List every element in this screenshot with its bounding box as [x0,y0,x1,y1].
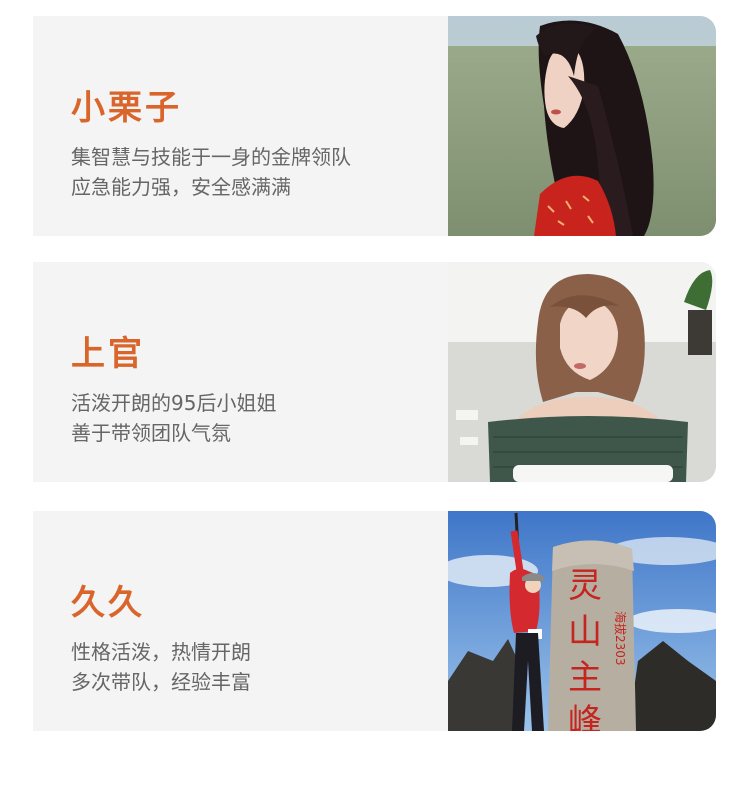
profile-text: 小栗子 集智慧与技能于一身的金牌领队 应急能力强，安全感满满 [71,16,441,236]
profile-text: 久久 性格活泼，热情开朗 多次带队，经验丰富 [71,511,441,731]
photo-hiker-at-summit-stone: 灵 山 主 峰 海拔2303 [448,511,716,731]
photo-woman-short-hair-green-top [448,262,716,482]
profile-card-2[interactable]: 上官 活泼开朗的95后小姐姐 善于带领团队气氛 [33,262,716,482]
profile-card-1[interactable]: 小栗子 集智慧与技能于一身的金牌领队 应急能力强，安全感满满 [33,16,716,236]
profile-photo [448,262,716,482]
description-line: 善于带领团队气氛 [71,421,231,445]
stone-character: 灵 [568,566,602,606]
stone-character: 山 [568,612,602,652]
profile-card-3[interactable]: 久久 性格活泼，热情开朗 多次带队，经验丰富 灵 山 主 峰 海拔2303 [33,511,716,731]
profile-photo [448,16,716,236]
photo-woman-long-hair-red-dress [448,16,716,236]
description-line: 性格活泼，热情开朗 [71,640,251,664]
profile-name: 久久 [71,583,145,623]
profile-description: 集智慧与技能于一身的金牌领队 应急能力强，安全感满满 [71,142,351,202]
profile-name: 上官 [71,334,145,374]
profile-description: 性格活泼，热情开朗 多次带队，经验丰富 [71,637,251,697]
description-line: 活泼开朗的95后小姐姐 [71,391,277,415]
description-line: 应急能力强，安全感满满 [71,175,291,199]
stone-character: 主 [568,658,602,698]
stone-character: 峰 [568,702,602,731]
description-line: 集智慧与技能于一身的金牌领队 [71,145,351,169]
profile-photo: 灵 山 主 峰 海拔2303 [448,511,716,731]
profile-text: 上官 活泼开朗的95后小姐姐 善于带领团队气氛 [71,262,441,482]
profile-name: 小栗子 [71,88,182,128]
description-line: 多次带队，经验丰富 [71,670,251,694]
stone-altitude: 海拔2303 [613,611,628,666]
profile-description: 活泼开朗的95后小姐姐 善于带领团队气氛 [71,388,276,448]
